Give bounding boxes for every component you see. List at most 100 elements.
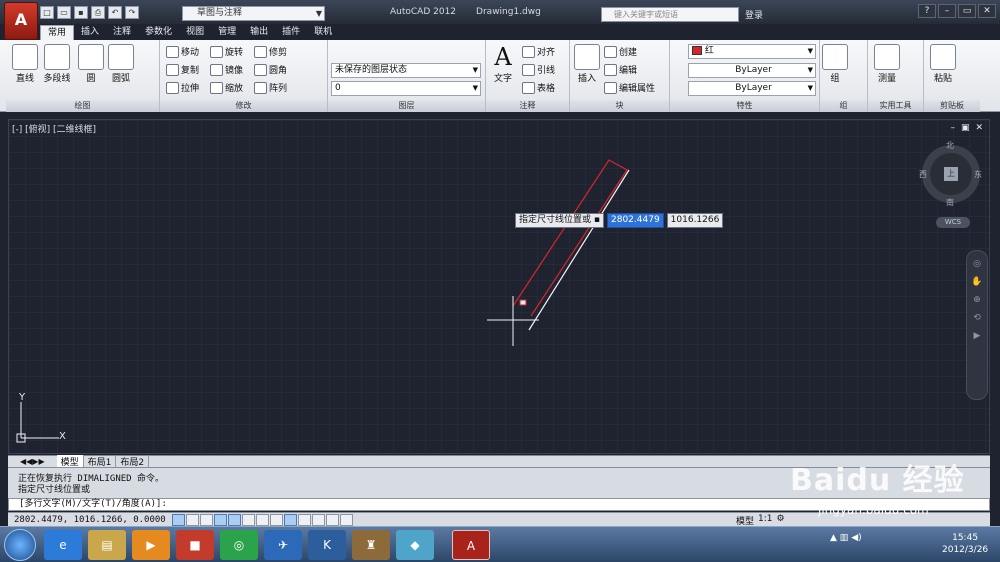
tab-manage[interactable]: 管理 xyxy=(211,25,243,40)
tab-output[interactable]: 输出 xyxy=(243,25,275,40)
media-player-icon[interactable]: ▶ xyxy=(132,530,170,560)
snap-icon[interactable] xyxy=(172,514,185,526)
polar-icon[interactable] xyxy=(214,514,227,526)
circle-tool[interactable]: 圆 xyxy=(76,44,106,84)
ie-icon[interactable]: e xyxy=(44,530,82,560)
viewcube[interactable]: 上 xyxy=(922,145,980,203)
panel-title-draw[interactable]: 绘图 xyxy=(6,100,159,112)
new-icon[interactable]: □ xyxy=(40,6,54,19)
otrack-icon[interactable] xyxy=(256,514,269,526)
insert-block-tool[interactable]: 插入 xyxy=(572,44,602,84)
showmotion-icon[interactable]: ▶ xyxy=(967,331,987,341)
help-icon[interactable]: ? xyxy=(918,4,936,18)
array-tool[interactable]: 阵列 xyxy=(254,81,287,94)
save-icon[interactable]: ▪ xyxy=(74,6,88,19)
login-button[interactable]: 登录 xyxy=(745,8,763,21)
undo-icon[interactable]: ↶ xyxy=(108,6,122,19)
panel-title-block[interactable]: 块 xyxy=(570,100,669,112)
dynamic-input-icon[interactable] xyxy=(284,514,297,526)
editor-icon[interactable]: ◆ xyxy=(396,530,434,560)
viewcube-north[interactable]: 北 xyxy=(946,140,954,151)
print-icon[interactable]: ⎙ xyxy=(91,6,105,19)
tab-online[interactable]: 联机 xyxy=(307,25,339,40)
panel-title-annotation[interactable]: 注释 xyxy=(486,100,569,112)
tab-parametric[interactable]: 参数化 xyxy=(138,25,179,40)
table-tool[interactable]: 表格 xyxy=(522,81,555,94)
viewcube-east[interactable]: 东 xyxy=(974,169,982,180)
steering-wheel-icon[interactable]: ◎ xyxy=(967,259,987,269)
lineweight-icon[interactable] xyxy=(298,514,311,526)
search-input[interactable]: 键入关键字或短语 xyxy=(601,7,739,22)
restore-icon[interactable]: ▣ xyxy=(961,123,970,133)
viewcube-south[interactable]: 南 xyxy=(946,197,954,208)
linetype-select[interactable]: ByLayer ▼ xyxy=(688,63,816,78)
polyline-tool[interactable]: 多段线 xyxy=(40,44,74,84)
browser-icon[interactable]: ◎ xyxy=(220,530,258,560)
fillet-tool[interactable]: 圆角 xyxy=(254,63,287,76)
tab-view[interactable]: 视图 xyxy=(179,25,211,40)
selection-cycling-icon[interactable] xyxy=(340,514,353,526)
ducs-icon[interactable] xyxy=(270,514,283,526)
panel-title-utilities[interactable]: 实用工具 xyxy=(868,100,923,112)
panel-title-modify[interactable]: 修改 xyxy=(160,100,327,112)
close-icon[interactable]: ✕ xyxy=(975,123,983,133)
workspace-select[interactable]: 草图与注释 ▼ xyxy=(182,6,325,21)
quick-properties-icon[interactable] xyxy=(326,514,339,526)
osnap-icon[interactable] xyxy=(228,514,241,526)
lineweight-select[interactable]: ByLayer ▼ xyxy=(688,81,816,96)
application-menu-button[interactable]: A xyxy=(4,2,38,40)
3dosnap-icon[interactable] xyxy=(242,514,255,526)
minimize-icon[interactable]: – xyxy=(938,4,956,18)
ortho-icon[interactable] xyxy=(200,514,213,526)
volume-icon[interactable]: ◀) xyxy=(851,533,861,543)
tab-insert[interactable]: 插入 xyxy=(74,25,106,40)
tab-plugins[interactable]: 插件 xyxy=(275,25,307,40)
bird-icon[interactable]: ✈ xyxy=(264,530,302,560)
close-icon[interactable]: ✕ xyxy=(978,4,996,18)
tray-arrow-icon[interactable]: ▲ xyxy=(830,533,837,543)
minimize-icon[interactable]: – xyxy=(950,123,955,133)
trim-tool[interactable]: 修剪 xyxy=(254,45,287,58)
pan-icon[interactable]: ✋ xyxy=(967,277,987,287)
dimension-value-input[interactable]: 2802.4479 xyxy=(607,213,664,228)
layer-state-select[interactable]: 未保存的图层状态 ▼ xyxy=(331,63,481,78)
explorer-icon[interactable]: ▤ xyxy=(88,530,126,560)
orbit-icon[interactable]: ⟲ xyxy=(967,313,987,323)
game-icon[interactable]: ♜ xyxy=(352,530,390,560)
panel-title-properties[interactable]: 特性 xyxy=(670,100,819,112)
start-button[interactable] xyxy=(4,529,36,561)
layer-select[interactable]: 0 ▼ xyxy=(331,81,481,96)
viewcube-top-face[interactable]: 上 xyxy=(944,167,958,181)
tab-annotate[interactable]: 注释 xyxy=(106,25,138,40)
open-icon[interactable]: ▭ xyxy=(57,6,71,19)
viewcube-west[interactable]: 西 xyxy=(919,169,927,180)
copy-tool[interactable]: 复制 xyxy=(166,63,199,76)
restore-icon[interactable]: ▭ xyxy=(958,4,976,18)
expand-icon[interactable]: ▪ xyxy=(594,215,600,225)
redo-icon[interactable]: ↷ xyxy=(125,6,139,19)
group-tool[interactable]: 组 xyxy=(822,44,848,84)
app-icon[interactable]: ■ xyxy=(176,530,214,560)
transparency-icon[interactable] xyxy=(312,514,325,526)
viewport-controls-label[interactable]: [-] [俯视] [二维线框] xyxy=(12,122,96,135)
text-tool[interactable]: A 文字 xyxy=(488,43,518,84)
clock[interactable]: 15:45 2012/3/26 xyxy=(942,532,988,556)
create-block-tool[interactable]: 创建 xyxy=(604,45,637,58)
autocad-taskbar-icon[interactable]: A xyxy=(452,530,490,560)
panel-title-clipboard[interactable]: 剪贴板 xyxy=(924,100,980,112)
color-select[interactable]: 红 ▼ xyxy=(688,44,816,59)
dim-aligned-tool[interactable]: 对齐 xyxy=(522,45,555,58)
line-tool[interactable]: 直线 xyxy=(10,44,40,84)
panel-title-layers[interactable]: 图层 xyxy=(328,100,485,112)
rotate-tool[interactable]: 旋转 xyxy=(210,45,243,58)
leader-tool[interactable]: 引线 xyxy=(522,63,555,76)
arc-tool[interactable]: 圆弧 xyxy=(106,44,136,84)
drawing-canvas[interactable]: [-] [俯视] [二维线框] – ▣ ✕ 上 北 南 东 西 WCS ◎ ✋ ⊕ … xyxy=(8,119,990,454)
mirror-tool[interactable]: 镜像 xyxy=(210,63,243,76)
scale-tool[interactable]: 缩放 xyxy=(210,81,243,94)
edit-block-tool[interactable]: 编辑 xyxy=(604,63,637,76)
measure-tool[interactable]: 测量 xyxy=(872,44,902,84)
grid-icon[interactable] xyxy=(186,514,199,526)
edit-attributes-tool[interactable]: 编辑属性 xyxy=(604,81,655,94)
move-tool[interactable]: 移动 xyxy=(166,45,199,58)
